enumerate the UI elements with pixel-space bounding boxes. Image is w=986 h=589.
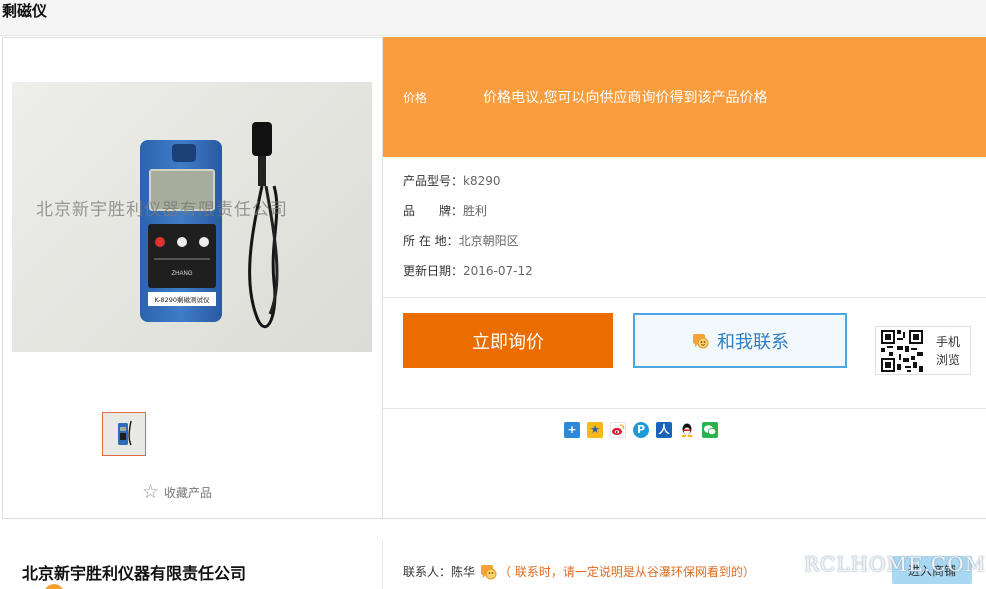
info-location-label: 所 在 地： <box>403 234 459 248</box>
qzone-icon[interactable]: ★ <box>587 422 603 438</box>
qr-code-icon <box>879 328 925 374</box>
price-banner: 价格 价格电议,您可以向供应商询价得到该产品价格 <box>383 37 986 157</box>
favorite-label: 收藏产品 <box>164 485 213 500</box>
contact-note: （ 联系时，请一定说明是从谷瀑环保网看到的） <box>499 565 755 579</box>
sensor-port <box>172 144 196 162</box>
contact-me-button[interactable]: 和我联系 <box>633 313 847 368</box>
info-updated: 更新日期：2016-07-12 <box>403 262 533 279</box>
contact-label: 联系人： <box>403 565 452 579</box>
star-icon: ☆ <box>142 481 160 503</box>
price-text: 价格电议,您可以向供应商询价得到该产品价格 <box>483 90 768 106</box>
probe-head <box>252 122 272 156</box>
photo-watermark: 北京新宇胜利仪器有限责任公司 <box>36 200 288 220</box>
site-watermark: RCLHOME.COM <box>804 552 986 576</box>
title-bar: 剩磁仪 <box>0 0 986 36</box>
info-updated-label: 更新日期： <box>403 264 464 278</box>
product-image[interactable]: ZHANG K-8290剩磁测试仪 北京新宇胜利仪器有限责任公司 <box>12 82 372 352</box>
renren-icon[interactable]: 人 <box>656 422 672 438</box>
info-updated-value: 2016-07-12 <box>463 264 533 278</box>
qq-icon[interactable] <box>679 422 695 438</box>
info-location: 所 在 地：北京朝阳区 <box>403 232 519 249</box>
info-location-value: 北京朝阳区 <box>458 234 519 248</box>
contact-name: 陈华 <box>451 565 476 579</box>
svg-text:ZHANG: ZHANG <box>172 271 193 277</box>
mobile-browse-qr[interactable]: 手机浏览 <box>875 326 971 375</box>
device-model-text: K-8290剩磁测试仪 <box>155 295 210 304</box>
info-model-value: k8290 <box>463 174 501 188</box>
hold-button <box>177 237 187 247</box>
company-name[interactable]: 北京新宇胜利仪器有限责任公司 <box>22 560 246 584</box>
favorite-product-button[interactable]: ☆ 收藏产品 <box>142 482 212 502</box>
page-title: 剩磁仪 <box>2 2 48 20</box>
tencent-weibo-icon[interactable]: P <box>633 422 649 438</box>
info-brand-label: 品 牌： <box>403 204 464 218</box>
price-label: 价格 <box>403 91 428 105</box>
supplier-divider <box>382 540 383 589</box>
info-divider <box>383 297 986 298</box>
weibo-icon[interactable] <box>610 422 626 438</box>
thumbnail-image <box>103 413 145 455</box>
contact-me-label: 和我联系 <box>717 331 789 353</box>
contact-person-line: 联系人： 陈华 （ 联系时，请一定说明是从谷瀑环保网看到的） <box>403 563 755 580</box>
inquiry-button[interactable]: 立即询价 <box>403 313 613 368</box>
info-brand-value: 胜利 <box>463 204 488 218</box>
power-button <box>155 237 165 247</box>
share-more-icon[interactable]: + <box>564 422 580 438</box>
chat-bubble-icon <box>693 333 709 348</box>
share-bar: + ★ P 人 <box>564 422 725 438</box>
control-panel <box>148 224 216 288</box>
mode-button <box>199 237 209 247</box>
chat-bubble-icon[interactable] <box>479 564 497 580</box>
info-model-label: 产品型号： <box>403 174 464 188</box>
thumbnail-1[interactable] <box>102 412 146 456</box>
info-model: 产品型号：k8290 <box>403 172 501 189</box>
wechat-icon[interactable] <box>702 422 718 438</box>
qr-label: 手机浏览 <box>936 335 961 367</box>
actions-divider <box>383 408 986 409</box>
info-brand: 品 牌：胜利 <box>403 202 487 219</box>
